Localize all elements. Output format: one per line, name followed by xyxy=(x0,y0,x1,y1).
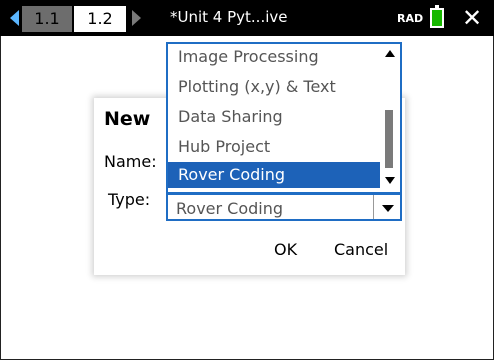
scroll-up-icon[interactable] xyxy=(385,50,395,57)
angle-mode-indicator: RAD xyxy=(397,12,424,25)
chevron-down-icon[interactable] xyxy=(373,195,400,219)
battery-icon xyxy=(430,5,444,28)
type-select-value: Rover Coding xyxy=(176,199,284,218)
list-item[interactable]: Data Sharing xyxy=(168,104,380,130)
type-select[interactable]: Rover Coding xyxy=(166,193,402,221)
list-item[interactable]: Hub Project xyxy=(168,134,380,160)
document-title: *Unit 4 Pyt...ive xyxy=(170,8,288,26)
ok-button[interactable]: OK xyxy=(274,240,297,259)
cancel-button[interactable]: Cancel xyxy=(334,240,388,259)
tab-1-2[interactable]: 1.2 xyxy=(74,6,126,32)
scroll-thumb[interactable] xyxy=(385,110,393,168)
dialog-title: New xyxy=(104,108,151,130)
type-label: Type: xyxy=(108,190,151,209)
tab-1-1[interactable]: 1.1 xyxy=(22,6,72,32)
list-item-selected[interactable]: Rover Coding xyxy=(168,162,380,188)
tab-right-arrow-icon[interactable] xyxy=(132,10,141,26)
tab-left-arrow-icon[interactable] xyxy=(10,10,19,26)
close-icon[interactable]: ✕ xyxy=(458,4,486,32)
name-label: Name: xyxy=(104,152,157,171)
scroll-down-icon[interactable] xyxy=(385,177,395,184)
top-bar: 1.1 1.2 *Unit 4 Pyt...ive RAD ✕ xyxy=(0,0,494,36)
scrollbar[interactable] xyxy=(380,44,400,192)
type-dropdown-list[interactable]: Image Processing Plotting (x,y) & Text D… xyxy=(166,42,402,194)
list-item[interactable]: Image Processing xyxy=(168,44,380,70)
list-item[interactable]: Plotting (x,y) & Text xyxy=(168,74,380,100)
